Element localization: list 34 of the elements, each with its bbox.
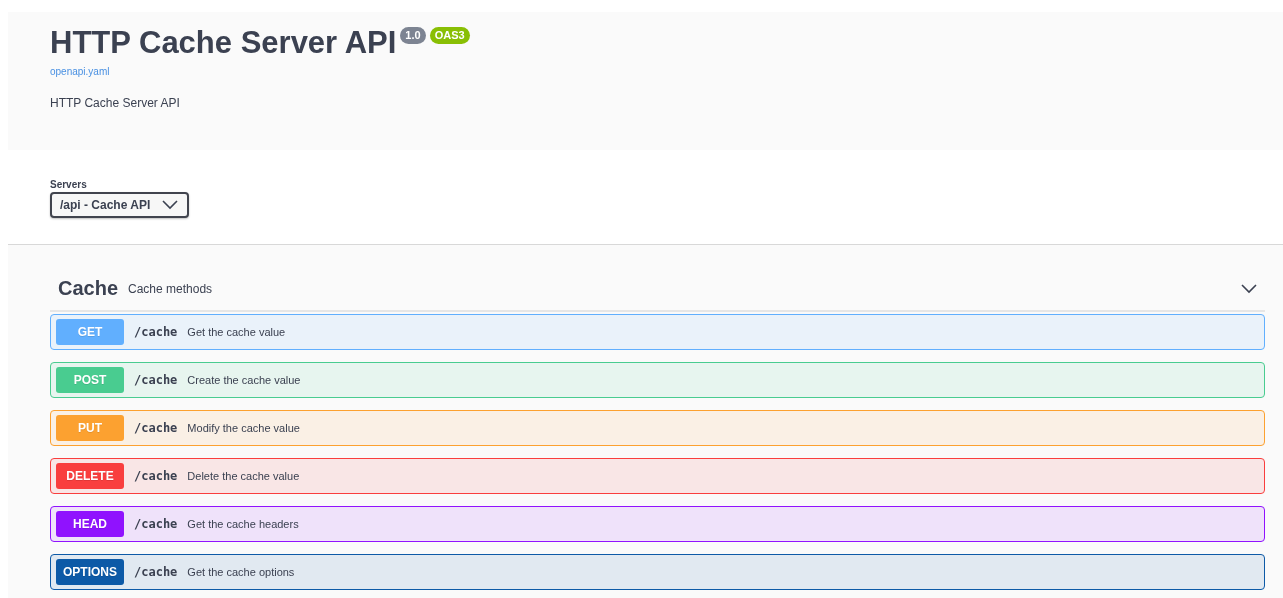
- operation-row[interactable]: GET /cache Get the cache value: [50, 314, 1265, 350]
- operation-path: /cache: [134, 421, 178, 435]
- operation-summary: Get the cache headers: [187, 518, 299, 530]
- method-badge: GET: [56, 319, 124, 345]
- servers-label: Servers: [50, 179, 87, 190]
- api-description: HTTP Cache Server API: [50, 96, 180, 110]
- operation-row[interactable]: PUT /cache Modify the cache value: [50, 410, 1265, 446]
- operation-row[interactable]: DELETE /cache Delete the cache value: [50, 458, 1265, 494]
- operation-summary: Get the cache options: [187, 566, 295, 578]
- operation-path: /cache: [134, 565, 178, 579]
- operation-summary: Delete the cache value: [187, 470, 300, 482]
- method-badge: HEAD: [56, 511, 124, 537]
- operation-path: /cache: [134, 517, 178, 531]
- operation-row[interactable]: POST /cache Create the cache value: [50, 362, 1265, 398]
- method-badge: DELETE: [56, 463, 124, 489]
- chevron-icon[interactable]: [1241, 283, 1257, 294]
- operation-summary: Modify the cache value: [187, 422, 300, 434]
- operation-summary: Create the cache value: [187, 374, 301, 386]
- tag-name[interactable]: Cache: [58, 277, 119, 300]
- method-badge: POST: [56, 367, 124, 393]
- method-badge: OPTIONS: [56, 559, 124, 585]
- operation-row[interactable]: HEAD /cache Get the cache headers: [50, 506, 1265, 542]
- tag-description: Cache methods: [128, 281, 213, 296]
- method-badge: PUT: [56, 415, 124, 441]
- spec-badge: OAS3: [429, 27, 470, 44]
- operation-summary: Get the cache value: [187, 326, 286, 338]
- operation-path: /cache: [134, 325, 178, 339]
- operation-path: /cache: [134, 469, 178, 483]
- operation-path: /cache: [134, 373, 178, 387]
- version-badge: 1.0: [400, 27, 426, 44]
- api-title: HTTP Cache Server API: [50, 26, 397, 60]
- operation-row[interactable]: OPTIONS /cache Get the cache options: [50, 554, 1265, 590]
- caret-icon: [162, 200, 179, 210]
- server-select[interactable]: /api - Cache API: [50, 192, 190, 218]
